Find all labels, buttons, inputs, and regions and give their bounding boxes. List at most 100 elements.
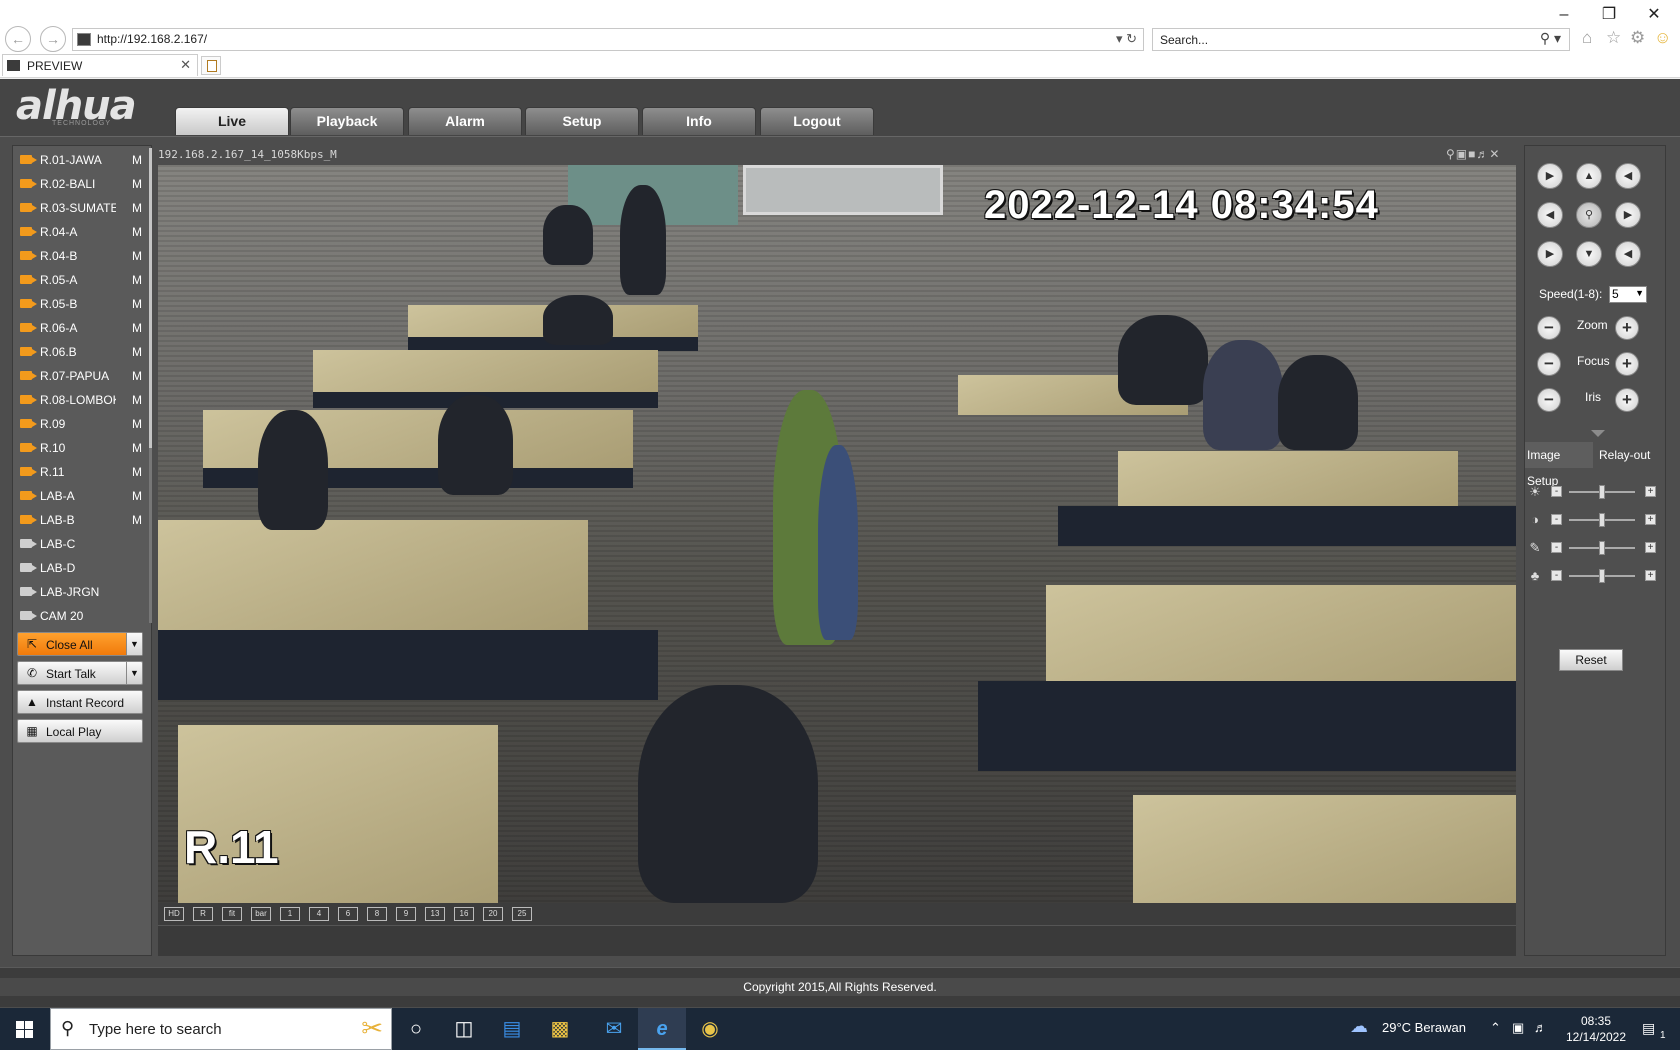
favorites-star-icon[interactable]: ☆ — [1606, 28, 1621, 48]
channel-item[interactable]: R.11 M — [14, 460, 148, 484]
channel-item[interactable]: R.02-BALI M — [14, 172, 148, 196]
channel-stream-mode[interactable]: M — [132, 441, 142, 455]
search-icon[interactable]: ⚲ ▾ — [1540, 30, 1561, 47]
channel-stream-mode[interactable]: M — [132, 393, 142, 407]
layout-button[interactable]: 25 — [512, 907, 532, 921]
layout-button[interactable]: 9 — [396, 907, 416, 921]
browser-tab-preview[interactable]: PREVIEW ✕ — [2, 54, 198, 76]
nav-tab-live[interactable]: Live — [175, 107, 289, 135]
file-explorer-icon[interactable]: ▩ — [536, 1008, 584, 1050]
decrease-button[interactable]: - — [1551, 542, 1562, 553]
slider-thumb[interactable] — [1599, 513, 1605, 527]
notifications-icon[interactable]: ▤ — [1642, 1020, 1655, 1037]
channel-stream-mode[interactable]: M — [132, 489, 142, 503]
ptz-left-icon[interactable]: ◀ — [1537, 202, 1563, 228]
channel-item[interactable]: LAB-B M — [14, 508, 148, 532]
live-video[interactable]: 2022-12-14 08:34:54 R.11 — [158, 165, 1516, 903]
channel-item[interactable]: R.04-B M — [14, 244, 148, 268]
channel-stream-mode[interactable]: M — [132, 225, 142, 239]
layout-button[interactable]: 4 — [309, 907, 329, 921]
taskbar-search-input[interactable]: ⚲ Type here to search ✂ — [50, 1008, 392, 1050]
channel-stream-mode[interactable]: M — [132, 513, 142, 527]
weather-text[interactable]: 29°C Berawan — [1382, 1020, 1466, 1035]
settings-gear-icon[interactable]: ⚙ — [1630, 28, 1645, 48]
channel-stream-mode[interactable]: M — [132, 345, 142, 359]
close-all-dropdown-icon[interactable]: ▼ — [126, 633, 142, 655]
address-bar[interactable]: http://192.168.2.167/ ▾ ↻ — [72, 28, 1144, 51]
task-view-icon[interactable]: ◫ — [440, 1008, 488, 1050]
ptz-3d-position-icon[interactable]: ⚲ — [1576, 202, 1602, 228]
channel-item[interactable]: R.06.B M — [14, 340, 148, 364]
zoom-in-icon[interactable]: ⚲ — [1446, 147, 1456, 161]
slider-thumb[interactable] — [1599, 569, 1605, 583]
tab-image-setup[interactable]: Image Setup — [1525, 442, 1593, 488]
channel-item[interactable]: LAB-D — [14, 556, 148, 580]
speed-select[interactable]: 5 ▼ — [1609, 286, 1647, 303]
ptz-up-left-icon[interactable]: ▶ — [1537, 163, 1563, 189]
channel-stream-mode[interactable]: M — [132, 369, 142, 383]
decrease-button[interactable]: - — [1551, 570, 1562, 581]
focus-far-button[interactable]: + — [1615, 352, 1639, 376]
reset-button[interactable]: Reset — [1559, 649, 1623, 671]
channel-stream-mode[interactable]: M — [132, 465, 142, 479]
iris-open-button[interactable]: + — [1615, 388, 1639, 412]
collapse-arrow-icon[interactable] — [1591, 430, 1605, 437]
nav-tab-info[interactable]: Info — [642, 107, 756, 135]
tab-relay-out[interactable]: Relay-out — [1597, 442, 1665, 468]
channel-item[interactable]: R.08-LOMBOK M — [14, 388, 148, 412]
slider-thumb[interactable] — [1599, 541, 1605, 555]
tray-expand-icon[interactable]: ⌃ — [1490, 1020, 1501, 1036]
chrome-icon[interactable]: ◉ — [686, 1008, 734, 1050]
channel-item[interactable]: R.09 M — [14, 412, 148, 436]
layout-button[interactable]: fit — [222, 907, 242, 921]
slider-thumb[interactable] — [1599, 485, 1605, 499]
restore-icon[interactable]: ❐ — [1589, 4, 1629, 26]
network-icon[interactable]: ▣ — [1512, 1020, 1524, 1036]
nav-tab-logout[interactable]: Logout — [760, 107, 874, 135]
nav-tab-setup[interactable]: Setup — [525, 107, 639, 135]
channel-stream-mode[interactable]: M — [132, 297, 142, 311]
back-icon[interactable]: ← — [5, 26, 31, 52]
start-talk-button[interactable]: ✆ Start Talk ▼ — [17, 661, 143, 685]
zoom-out-button[interactable]: − — [1537, 316, 1561, 340]
channel-item[interactable]: CAM 20 — [14, 604, 148, 623]
smiley-feedback-icon[interactable]: ☺ — [1654, 28, 1671, 48]
channel-item[interactable]: R.07-PAPUA M — [14, 364, 148, 388]
close-icon[interactable]: ✕ — [1634, 4, 1674, 26]
zoom-in-button[interactable]: + — [1615, 316, 1639, 340]
channel-stream-mode[interactable]: M — [132, 249, 142, 263]
layout-button[interactable]: 13 — [425, 907, 445, 921]
browser-search-input[interactable]: Search... ⚲ ▾ — [1152, 28, 1570, 51]
layout-button[interactable]: R — [193, 907, 213, 921]
increase-button[interactable]: + — [1645, 486, 1656, 497]
cortana-icon[interactable]: ○ — [392, 1008, 440, 1050]
new-tab-button[interactable] — [201, 56, 221, 75]
channel-stream-mode[interactable]: M — [132, 201, 142, 215]
increase-button[interactable]: + — [1645, 514, 1656, 525]
nav-tab-playback[interactable]: Playback — [290, 107, 404, 135]
decrease-button[interactable]: - — [1551, 486, 1562, 497]
increase-button[interactable]: + — [1645, 570, 1656, 581]
system-clock[interactable]: 08:35 12/14/2022 — [1560, 1013, 1632, 1045]
layout-button[interactable]: 20 — [483, 907, 503, 921]
layout-button[interactable]: 16 — [454, 907, 474, 921]
start-talk-dropdown-icon[interactable]: ▼ — [126, 662, 142, 684]
refresh-icon[interactable]: ▾ ↻ — [1116, 31, 1137, 47]
channel-item[interactable]: R.10 M — [14, 436, 148, 460]
focus-near-button[interactable]: − — [1537, 352, 1561, 376]
layout-button[interactable]: bar — [251, 907, 271, 921]
close-video-icon[interactable]: ✕ — [1489, 147, 1500, 161]
channel-stream-mode[interactable]: M — [132, 153, 142, 167]
layout-button[interactable]: 8 — [367, 907, 387, 921]
channel-item[interactable]: R.06-A M — [14, 316, 148, 340]
internet-explorer-icon[interactable]: e — [638, 1008, 686, 1050]
channel-item[interactable]: LAB-JRGN — [14, 580, 148, 604]
channel-item[interactable]: LAB-A M — [14, 484, 148, 508]
channel-item[interactable]: LAB-C — [14, 532, 148, 556]
close-all-button[interactable]: ⇱ Close All ▼ — [17, 632, 143, 656]
channel-item[interactable]: R.01-JAWA M — [14, 148, 148, 172]
layout-button[interactable]: 1 — [280, 907, 300, 921]
channel-stream-mode[interactable]: M — [132, 177, 142, 191]
forward-icon[interactable]: → — [40, 26, 66, 52]
ptz-down-right-icon[interactable]: ◀ — [1615, 241, 1641, 267]
